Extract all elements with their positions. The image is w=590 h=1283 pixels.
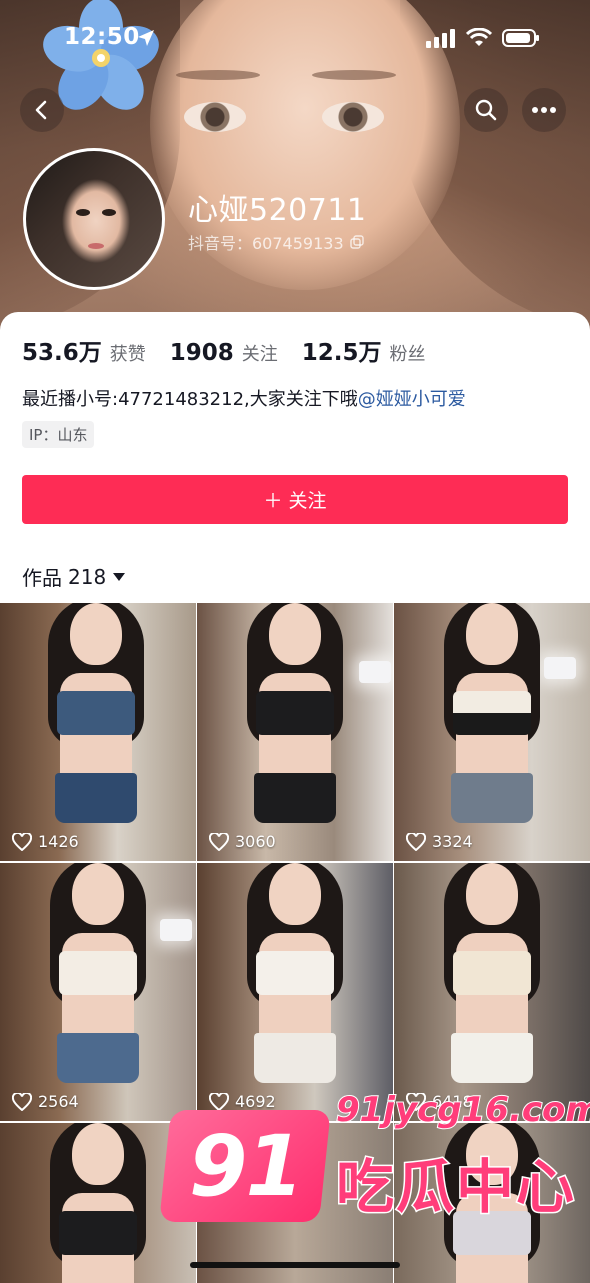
video-tile[interactable]: 2564 <box>0 863 196 1121</box>
tile-lamp <box>359 661 391 683</box>
tile-head <box>269 863 321 925</box>
tile-bottom <box>254 1033 336 1083</box>
watermark-badge-text: 91 <box>188 1117 302 1215</box>
back-button[interactable] <box>20 88 64 132</box>
tile-lamp <box>160 919 192 941</box>
heart-icon <box>12 832 32 851</box>
heart-icon <box>406 832 426 851</box>
stat-label: 关注 <box>241 344 278 365</box>
home-indicator[interactable] <box>190 1262 400 1268</box>
stat-likes[interactable]: 53.6万 获赞 <box>22 333 146 367</box>
avatar[interactable] <box>23 148 165 290</box>
stat-value: 1908 <box>169 340 234 366</box>
status-time: 12:50 <box>64 24 140 50</box>
tile-bottom <box>451 773 533 823</box>
profile-nickname: 心娅520711 <box>188 193 367 228</box>
video-tile[interactable]: 3324 <box>394 603 590 861</box>
works-tab[interactable]: 作品 218 <box>22 562 126 591</box>
works-label: 作品 <box>22 566 62 590</box>
tile-likes: 3324 <box>406 832 473 851</box>
avatar-eye-right <box>102 209 116 216</box>
copy-icon[interactable] <box>349 235 364 249</box>
location-arrow-icon <box>138 30 154 46</box>
avatar-eye-left <box>76 209 90 216</box>
video-tile[interactable]: 1426 <box>0 603 196 861</box>
caret-down-icon <box>113 572 126 581</box>
tile-bottom <box>55 773 137 823</box>
tile-likes: 1426 <box>12 832 79 851</box>
status-indicators <box>426 28 540 48</box>
chevron-left-icon <box>35 100 47 120</box>
tile-likes: 4692 <box>209 1092 276 1111</box>
banner-eye-right <box>322 102 384 132</box>
video-tile[interactable]: 4692 <box>197 863 393 1121</box>
heart-icon <box>209 832 229 851</box>
tile-head <box>70 603 122 665</box>
stat-followers[interactable]: 12.5万 粉丝 <box>302 333 426 367</box>
tile-top <box>57 691 135 735</box>
tile-head <box>466 863 518 925</box>
more-options-button[interactable] <box>522 88 566 132</box>
tile-bottom <box>254 773 336 823</box>
profile-bio: 最近播小号:47721483212,大家关注下哦@娅娅小可爱 <box>22 385 466 411</box>
banner-brow-right <box>312 70 396 80</box>
wifi-icon <box>466 28 492 46</box>
tile-top <box>256 691 334 735</box>
tile-likes: 3060 <box>209 832 276 851</box>
signal-icon <box>426 29 455 48</box>
tile-head <box>466 603 518 665</box>
stat-label: 粉丝 <box>389 344 426 365</box>
bio-text: 最近播小号:47721483212,大家关注下哦 <box>22 389 358 410</box>
follow-button[interactable]: ＋ 关注 <box>22 475 568 524</box>
stat-label: 获赞 <box>109 344 146 365</box>
tile-bottom <box>57 1033 139 1083</box>
tile-top <box>59 1211 137 1255</box>
video-tile[interactable]: 6418 <box>394 863 590 1121</box>
avatar-lip <box>88 243 104 249</box>
tile-likes-count: 3324 <box>432 832 473 851</box>
works-count: 218 <box>68 564 107 589</box>
search-icon <box>475 99 497 121</box>
tile-head <box>72 1123 124 1185</box>
tile-head <box>269 603 321 665</box>
tile-lamp <box>544 657 576 679</box>
stat-value: 12.5万 <box>301 340 382 366</box>
video-tile[interactable]: 3060 <box>197 603 393 861</box>
tile-likes-count: 3060 <box>235 832 276 851</box>
tile-likes-count: 1426 <box>38 832 79 851</box>
profile-stats: 53.6万 获赞 1908 关注 12.5万 粉丝 <box>22 333 450 367</box>
tile-top <box>256 951 334 995</box>
tile-likes-count: 4692 <box>235 1092 276 1111</box>
stat-following[interactable]: 1908 关注 <box>170 340 278 366</box>
tile-head <box>72 863 124 925</box>
watermark-text: 吃瓜中心 <box>334 1152 577 1223</box>
tile-likes-count: 2564 <box>38 1092 79 1111</box>
banner-brow-left <box>176 70 260 80</box>
bio-mention-link[interactable]: @娅娅小可爱 <box>358 389 466 410</box>
more-dots-icon <box>532 107 556 113</box>
ip-location-badge: IP：山东 <box>22 421 95 448</box>
search-button[interactable] <box>464 88 508 132</box>
battery-icon <box>502 29 539 47</box>
tile-top <box>453 691 531 735</box>
heart-icon <box>12 1092 32 1111</box>
douyin-id[interactable]: 抖音号：607459133 <box>188 230 364 254</box>
heart-icon <box>209 1092 229 1111</box>
stat-value: 53.6万 <box>22 340 102 366</box>
banner-eye-left <box>184 102 246 132</box>
watermark-logo: 91 <box>159 1110 331 1222</box>
tile-top <box>59 951 137 995</box>
tile-top <box>453 951 531 995</box>
tile-bottom <box>451 1033 533 1083</box>
tile-likes: 2564 <box>12 1092 79 1111</box>
watermark-url: 91jycg16.com <box>335 1089 590 1131</box>
douyin-id-text: 抖音号：607459133 <box>188 234 344 253</box>
